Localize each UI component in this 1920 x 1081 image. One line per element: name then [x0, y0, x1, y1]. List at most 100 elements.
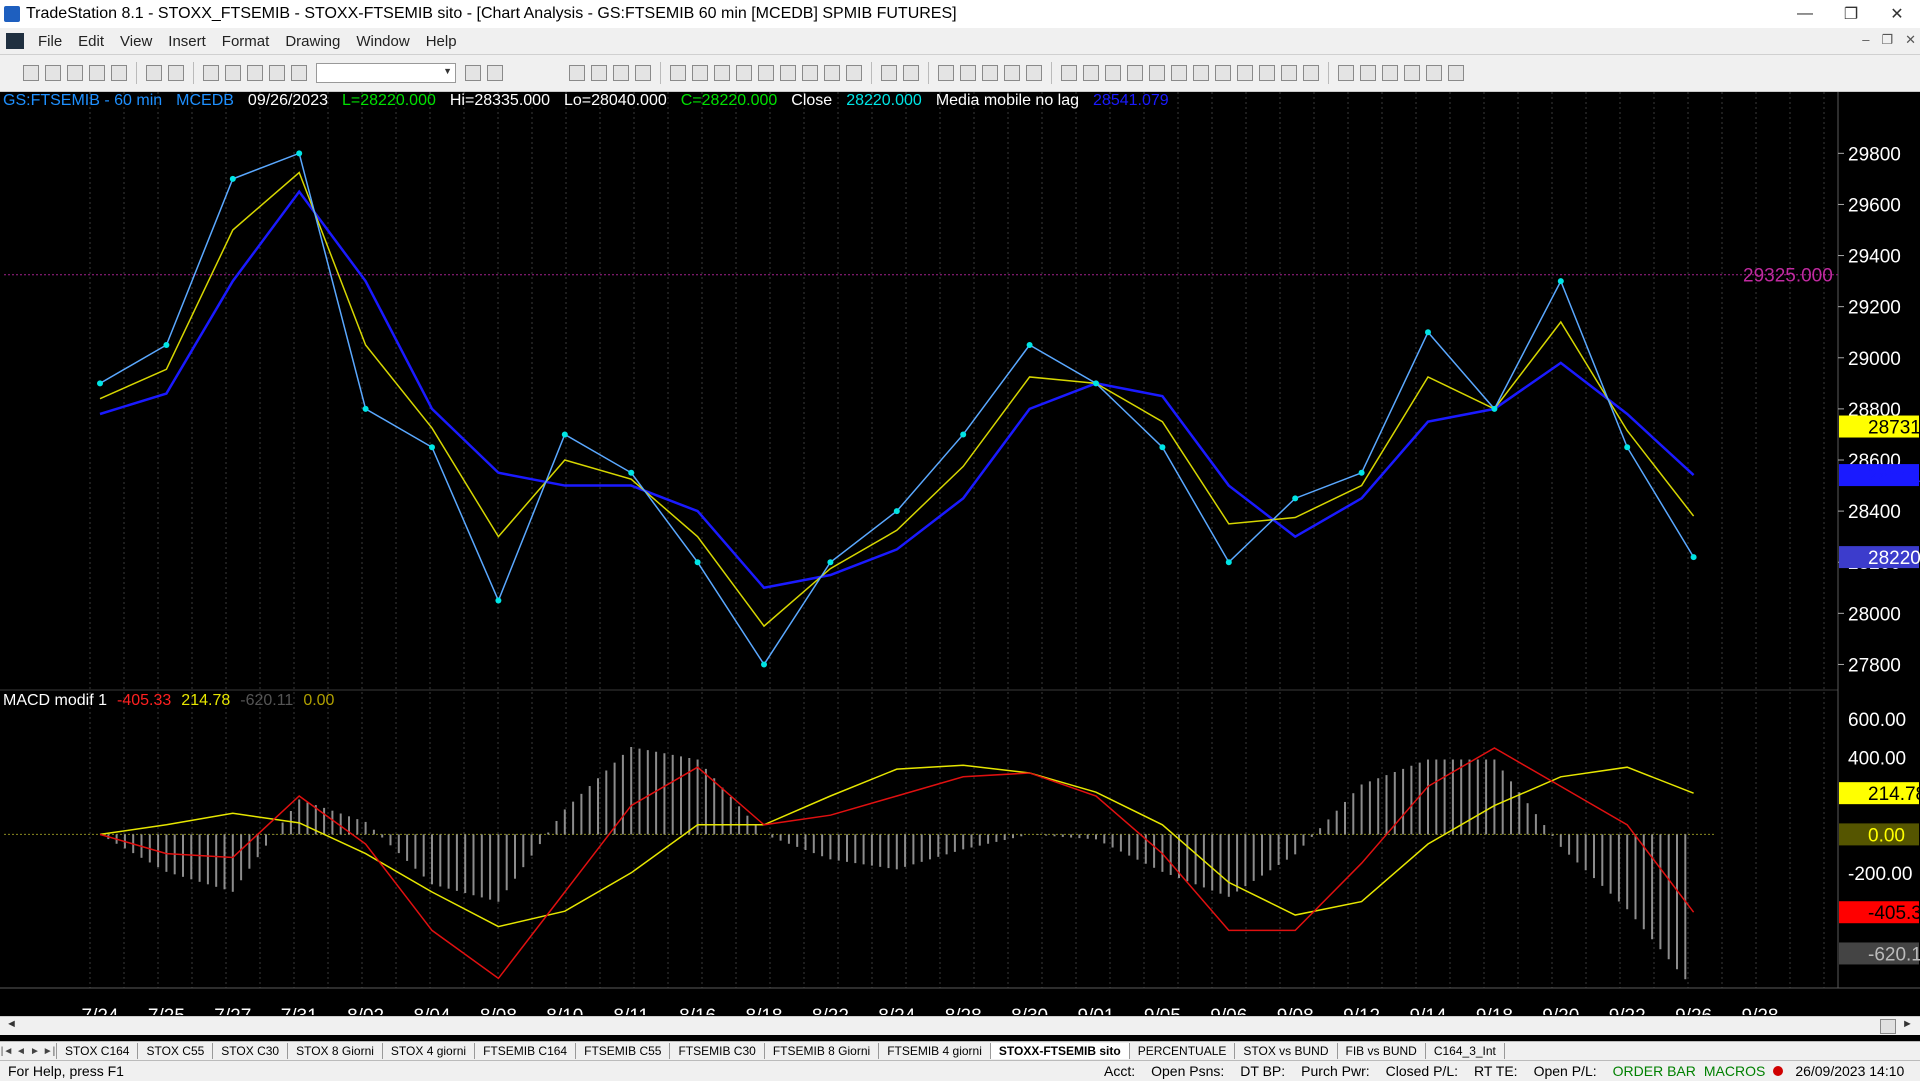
- tab-last-icon[interactable]: ►|: [42, 1046, 56, 1057]
- tab-next-icon[interactable]: ►: [28, 1046, 42, 1057]
- header-close-value: 28220.000: [846, 92, 922, 109]
- down-arrow-icon[interactable]: [1360, 65, 1376, 81]
- copy-icon[interactable]: [225, 65, 241, 81]
- scroll-right-icon[interactable]: ►: [1902, 1018, 1913, 1030]
- restore-button[interactable]: ❐: [1828, 0, 1874, 28]
- chart-icon-2[interactable]: [591, 65, 607, 81]
- pointer-icon[interactable]: [938, 65, 954, 81]
- date-tick-label: 8/16: [679, 1006, 716, 1015]
- tab-fib-vs-bund[interactable]: FIB vs BUND: [1336, 1043, 1426, 1059]
- new-icon[interactable]: [23, 65, 39, 81]
- rectangle-icon[interactable]: [1426, 65, 1442, 81]
- save-icon[interactable]: [111, 65, 127, 81]
- tab-ftsemib-4-giorni[interactable]: FTSEMIB 4 giorni: [878, 1043, 991, 1059]
- chart-window-icon[interactable]: [6, 33, 24, 49]
- symbol-dropdown[interactable]: [316, 63, 456, 83]
- pitchfork-icon[interactable]: [1259, 65, 1275, 81]
- indicator-icon-7[interactable]: [802, 65, 818, 81]
- menu-insert[interactable]: Insert: [160, 33, 214, 50]
- scroll-thumb[interactable]: [1880, 1019, 1896, 1034]
- arc-icon[interactable]: [1149, 65, 1165, 81]
- cut-icon[interactable]: [203, 65, 219, 81]
- mdi-minimize-button[interactable]: –: [1862, 32, 1869, 48]
- lock-icon[interactable]: [247, 65, 263, 81]
- tab-stoxx-ftsemib-sito[interactable]: STOXX-FTSEMIB sito: [989, 1043, 1130, 1059]
- new-workspace-icon[interactable]: [89, 65, 105, 81]
- print-icon[interactable]: [146, 65, 162, 81]
- tab-prev-icon[interactable]: ◄: [14, 1046, 28, 1057]
- close-button[interactable]: ✕: [1874, 0, 1920, 28]
- menu-window[interactable]: Window: [348, 33, 417, 50]
- tab-stox-c164[interactable]: STOX C164: [56, 1043, 139, 1059]
- vertical-line-icon[interactable]: [1083, 65, 1099, 81]
- menu-view[interactable]: View: [112, 33, 160, 50]
- status-acct: Acct:: [1104, 1063, 1136, 1079]
- fib-arc-icon[interactable]: [1281, 65, 1297, 81]
- indicator-icon-2[interactable]: [692, 65, 708, 81]
- chart-area[interactable]: 29800 29600 29400 29200 29000 28800 28600 28400…: [0, 92, 1920, 1027]
- print-preview-icon[interactable]: [168, 65, 184, 81]
- indicator-icon-6[interactable]: [780, 65, 796, 81]
- tab-ftsemib-c164[interactable]: FTSEMIB C164: [474, 1043, 577, 1059]
- chart-icon-1[interactable]: [569, 65, 585, 81]
- open-icon[interactable]: [45, 65, 61, 81]
- tab-stox-8-giorni[interactable]: STOX 8 Giorni: [287, 1043, 383, 1059]
- horizontal-scrollbar[interactable]: ◄ ►: [0, 1016, 1920, 1035]
- menu-help[interactable]: Help: [418, 33, 465, 50]
- gann-icon[interactable]: [1193, 65, 1209, 81]
- fib-icon[interactable]: [1127, 65, 1143, 81]
- scroll-left-icon[interactable]: ◄: [6, 1018, 17, 1030]
- up-arrow-icon[interactable]: [1382, 65, 1398, 81]
- tab-ftsemib-8-giorni[interactable]: FTSEMIB 8 Giorni: [763, 1043, 880, 1059]
- data-window-icon[interactable]: [1004, 65, 1020, 81]
- tab-percentuale[interactable]: PERCENTUALE: [1128, 1043, 1236, 1059]
- tab-ftsemib-c55[interactable]: FTSEMIB C55: [575, 1043, 671, 1059]
- tab-ftsemib-c30[interactable]: FTSEMIB C30: [669, 1043, 765, 1059]
- indicator-icon-4[interactable]: [736, 65, 752, 81]
- indicator-icon-1[interactable]: [670, 65, 686, 81]
- crosshair-icon[interactable]: [960, 65, 976, 81]
- pencil-icon[interactable]: [1303, 65, 1319, 81]
- tab-stox-c55[interactable]: STOX C55: [137, 1043, 214, 1059]
- open-workspace-icon[interactable]: [67, 65, 83, 81]
- indicator-icon-9[interactable]: [846, 65, 862, 81]
- menu-edit[interactable]: Edit: [70, 33, 112, 50]
- ellipse-icon[interactable]: [1404, 65, 1420, 81]
- curve-icon[interactable]: [1338, 65, 1354, 81]
- status-rt-te: RT TE:: [1474, 1063, 1518, 1079]
- find-icon[interactable]: [487, 65, 503, 81]
- indicator-icon-3[interactable]: [714, 65, 730, 81]
- snap-icon[interactable]: [1026, 65, 1042, 81]
- chart-icon-3[interactable]: [613, 65, 629, 81]
- zoom-out-icon[interactable]: [903, 65, 919, 81]
- mdi-restore-button[interactable]: ❐: [1881, 32, 1893, 48]
- tab-first-icon[interactable]: |◄: [0, 1046, 14, 1057]
- menu-format[interactable]: Format: [214, 33, 278, 50]
- trendline-icon[interactable]: [1061, 65, 1077, 81]
- tab-stox-c30[interactable]: STOX C30: [212, 1043, 289, 1059]
- status-order-bar[interactable]: ORDER BAR: [1605, 1063, 1704, 1079]
- chart-canvas[interactable]: 2980029600294002920029000288002860028400…: [0, 92, 1920, 1027]
- indicator-icon-8[interactable]: [824, 65, 840, 81]
- mdi-close-button[interactable]: ✕: [1905, 32, 1916, 48]
- date-tick-label: 8/10: [546, 1006, 583, 1015]
- arrow-right-icon[interactable]: [465, 65, 481, 81]
- tab-stox-4-giorni[interactable]: STOX 4 giorni: [381, 1043, 476, 1059]
- format-icon[interactable]: [269, 65, 285, 81]
- horizontal-line-icon[interactable]: [1105, 65, 1121, 81]
- channel-icon[interactable]: [1237, 65, 1253, 81]
- zoom-in-icon[interactable]: [881, 65, 897, 81]
- tools-icon[interactable]: [982, 65, 998, 81]
- tab-stox-vs-bund[interactable]: STOX vs BUND: [1234, 1043, 1338, 1059]
- text-icon[interactable]: [1448, 65, 1464, 81]
- minimize-button[interactable]: —: [1782, 0, 1828, 28]
- tab-c164-3-int[interactable]: C164_3_Int: [1424, 1043, 1505, 1059]
- fan-icon[interactable]: [1171, 65, 1187, 81]
- chart-icon-4[interactable]: [635, 65, 651, 81]
- indicator-icon-5[interactable]: [758, 65, 774, 81]
- angle-icon[interactable]: [1215, 65, 1231, 81]
- menu-drawing[interactable]: Drawing: [277, 33, 348, 50]
- status-macros[interactable]: MACROS: [1704, 1063, 1773, 1079]
- menu-file[interactable]: File: [30, 33, 70, 50]
- indicator-icon[interactable]: [291, 65, 307, 81]
